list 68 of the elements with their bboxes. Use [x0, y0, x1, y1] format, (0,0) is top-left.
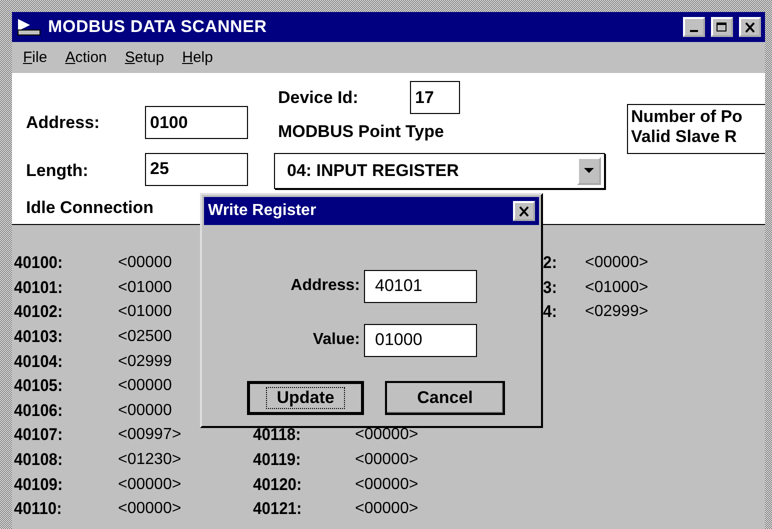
connection-status: Idle Connection	[26, 198, 154, 218]
register-address: 40110:	[14, 499, 62, 520]
minimize-icon	[690, 30, 698, 32]
register-address: 40103:	[14, 327, 63, 348]
register-address: 40101:	[14, 278, 63, 298]
register-address: 40118:	[253, 425, 301, 446]
device-id-label: Device Id:	[278, 88, 358, 108]
dialog-title: Write Register	[208, 202, 316, 220]
dialog-button[interactable]: Update	[247, 381, 364, 415]
address-field[interactable]: 0100	[145, 106, 248, 139]
device-id-field[interactable]: 17	[410, 81, 460, 114]
register-value: <00000>	[118, 500, 182, 518]
length-label: Length:	[26, 161, 88, 181]
window-title: MODBUS DATA SCANNER	[48, 17, 268, 37]
dialog-input-field[interactable]: 01000	[364, 324, 477, 356]
register-address: 40105:	[14, 376, 63, 396]
register-value: <02500	[118, 328, 172, 346]
register-address: 3:	[543, 278, 557, 298]
register-value: <00000	[118, 254, 172, 272]
close-button[interactable]	[513, 201, 535, 221]
register-address: 40121:	[253, 499, 302, 520]
register-value: <00000>	[355, 500, 418, 518]
register-address: 4:	[543, 302, 557, 322]
register-address: 40106:	[14, 400, 63, 421]
register-value: <00000>	[118, 476, 182, 494]
dialog-button[interactable]: Cancel	[385, 381, 505, 415]
dialog-input-field[interactable]: 40101	[364, 270, 477, 302]
point-type-dropdown[interactable]: 04: INPUT REGISTER	[274, 153, 605, 189]
scanner-icon	[16, 17, 42, 37]
register-address: 40102:	[14, 302, 63, 322]
info-text: Valid Slave R	[631, 126, 738, 146]
dialog-field-label: Value:	[312, 331, 360, 349]
length-field[interactable]: 25	[145, 152, 248, 186]
address-label: Address:	[26, 112, 100, 132]
info-text: Number of Po	[631, 106, 744, 126]
register-value: <00000>	[355, 426, 418, 444]
menu-item[interactable]: File	[23, 49, 48, 66]
register-value: <00997>	[118, 426, 182, 444]
register-value: <00000>	[355, 476, 418, 494]
register-address: 40120:	[253, 474, 302, 495]
menu-item[interactable]: Help	[182, 49, 213, 66]
register-value: <02999	[118, 352, 172, 371]
register-value: <01000	[118, 303, 172, 322]
minimize-button[interactable]	[683, 17, 705, 37]
maximize-button[interactable]	[711, 17, 733, 37]
register-address: 40107:	[14, 425, 63, 446]
register-value: <00000>	[585, 254, 648, 272]
register-value: <00000	[118, 377, 172, 396]
menu-item[interactable]: Setup	[124, 49, 164, 66]
register-address: 40109:	[14, 474, 63, 495]
close-icon	[518, 206, 530, 216]
register-value: <00000	[118, 402, 172, 420]
maximize-icon	[716, 22, 728, 32]
register-value: <01000>	[585, 278, 648, 297]
register-address: 40119:	[253, 450, 301, 470]
close-icon	[744, 22, 756, 32]
register-value: <02999>	[585, 303, 648, 322]
register-address: 2:	[543, 253, 557, 274]
register-address: 40108:	[14, 450, 63, 470]
menu-item[interactable]: Action	[65, 49, 107, 66]
register-value: <01230>	[118, 451, 182, 470]
register-value: <01000	[118, 278, 172, 297]
register-address: 40100:	[14, 253, 63, 274]
close-button[interactable]	[739, 17, 761, 37]
register-value: <00000>	[355, 451, 418, 470]
register-address: 40104:	[14, 352, 63, 372]
dialog-field-label: Address:	[290, 277, 360, 295]
point-type-label: MODBUS Point Type	[278, 122, 444, 142]
